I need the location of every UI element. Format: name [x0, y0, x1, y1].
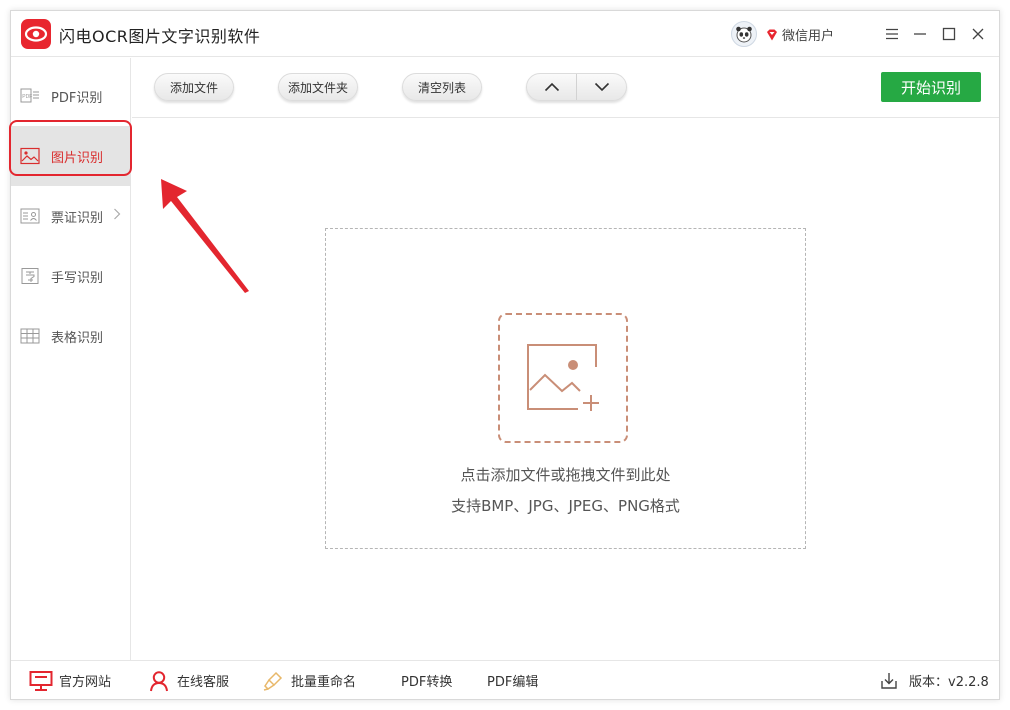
app-logo-icon: [21, 19, 51, 49]
move-down-button[interactable]: [577, 74, 626, 100]
user-account[interactable]: 微信用户: [731, 21, 834, 47]
title-bar: 闪电OCR图片文字识别软件 微信用户: [11, 11, 999, 57]
handwriting-icon: [19, 265, 41, 287]
pdf-convert-link[interactable]: PDF转换: [401, 661, 452, 700]
add-folder-button[interactable]: 添加文件夹: [278, 73, 358, 101]
chevron-right-icon: [113, 208, 121, 223]
id-card-icon: [19, 205, 41, 227]
table-icon: [19, 325, 41, 347]
close-icon[interactable]: [967, 23, 989, 45]
app-title: 闪电OCR图片文字识别软件: [59, 27, 261, 46]
monitor-icon: [29, 669, 53, 693]
add-image-icon[interactable]: [498, 313, 628, 443]
download-update-icon: [877, 669, 901, 693]
official-website-link[interactable]: 官方网站: [29, 661, 111, 700]
brush-icon: [261, 669, 285, 693]
toolbar: 添加文件 添加文件夹 清空列表 开始识别: [132, 58, 999, 118]
sidebar: PDF PDF识别 图片识别 票证识别 手写识别 表格识别: [9, 58, 132, 660]
supported-formats-text: 支持BMP、JPG、JPEG、PNG格式: [451, 497, 680, 515]
drop-hint-text: 点击添加文件或拖拽文件到此处: [460, 466, 671, 484]
start-recognition-button[interactable]: 开始识别: [881, 72, 981, 102]
sidebar-item-handwriting[interactable]: 手写识别: [11, 246, 131, 306]
chevron-up-icon: [544, 82, 559, 92]
online-service-link[interactable]: 在线客服: [147, 661, 229, 700]
batch-rename-link[interactable]: 批量重命名: [261, 661, 356, 700]
pdf-icon: PDF: [19, 85, 41, 107]
clear-list-button[interactable]: 清空列表: [402, 73, 482, 101]
footer-bar: 官方网站 在线客服 批量重命名 PDF转换 PDF编辑 版本：v2.2.8: [11, 660, 999, 699]
user-name[interactable]: 微信用户: [782, 25, 834, 44]
chevron-down-icon: [594, 82, 609, 92]
sidebar-item-ticket[interactable]: 票证识别: [11, 186, 131, 246]
panda-avatar-icon[interactable]: [731, 21, 757, 47]
sidebar-item-pdf[interactable]: PDF PDF识别: [11, 66, 131, 126]
svg-text:PDF: PDF: [22, 94, 32, 100]
app-window: 闪电OCR图片文字识别软件 微信用户 PDF PDF识别 图片识别 票证识别 手…: [9, 10, 1000, 700]
annotation-arrow-icon: [161, 179, 249, 293]
sidebar-item-table[interactable]: 表格识别: [11, 306, 131, 366]
maximize-icon[interactable]: [938, 23, 960, 45]
sidebar-item-image[interactable]: 图片识别: [11, 126, 131, 186]
version-info[interactable]: 版本：v2.2.8: [877, 661, 989, 700]
move-buttons: [526, 73, 627, 101]
add-file-button[interactable]: 添加文件: [154, 73, 234, 101]
file-drop-zone[interactable]: 点击添加文件或拖拽文件到此处 支持BMP、JPG、JPEG、PNG格式: [325, 228, 806, 549]
menu-icon[interactable]: [881, 23, 903, 45]
pdf-edit-link[interactable]: PDF编辑: [487, 661, 538, 700]
vip-diamond-icon: [765, 27, 779, 41]
image-icon: [19, 145, 41, 167]
user-service-icon: [147, 669, 171, 693]
move-up-button[interactable]: [527, 74, 576, 100]
minimize-icon[interactable]: [909, 23, 931, 45]
